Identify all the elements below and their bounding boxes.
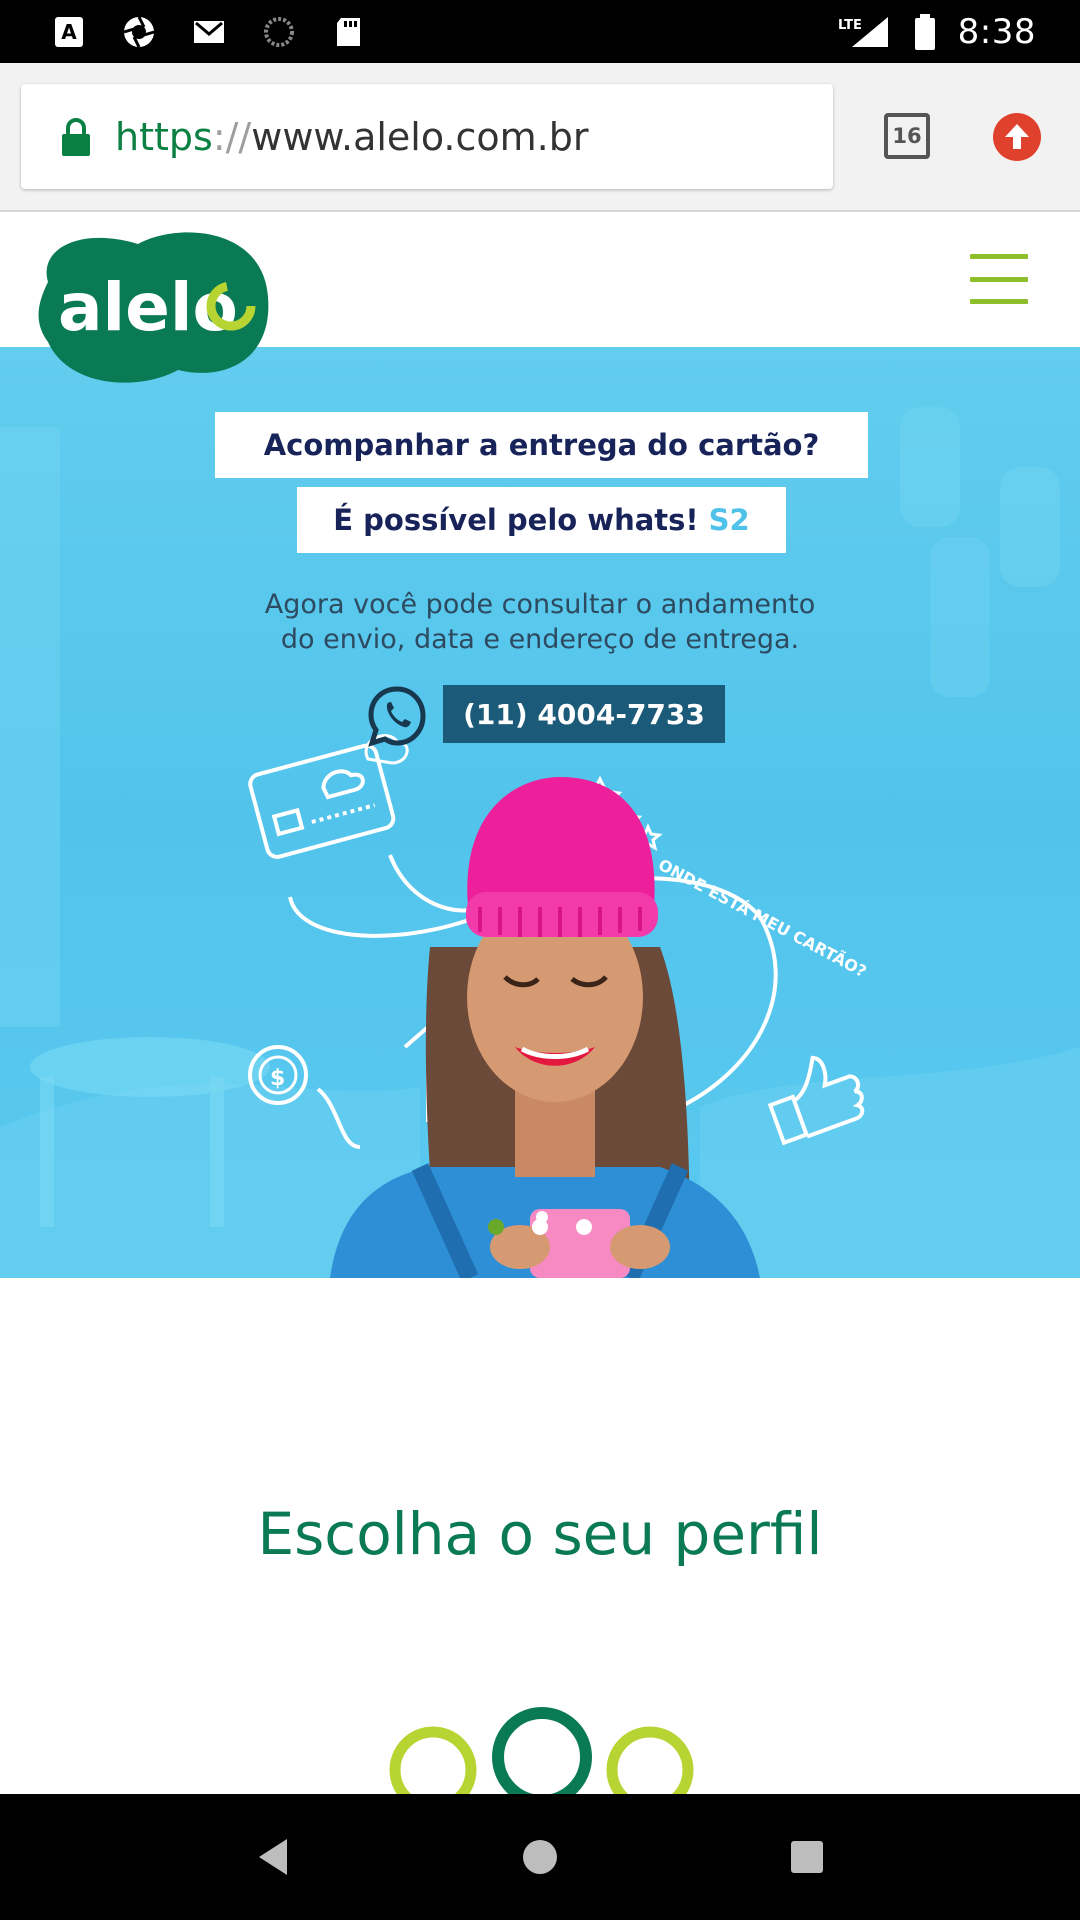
- banner-headline-2: É possível pelo whats! S2: [297, 487, 786, 553]
- address-bar[interactable]: https://www.alelo.com.br: [21, 84, 833, 189]
- whatsapp-icon: [368, 686, 426, 747]
- menu-line-icon: [970, 276, 1028, 282]
- a-keyboard-icon: A: [52, 14, 86, 50]
- update-button[interactable]: [993, 113, 1041, 161]
- url-text: https://www.alelo.com.br: [115, 114, 589, 159]
- gmail-icon: [192, 14, 226, 50]
- clock: 8:38: [957, 11, 1036, 52]
- svg-text:LTE: LTE: [838, 18, 862, 33]
- profile-rings-icon: [389, 1707, 694, 1795]
- notification-icons: A: [52, 14, 366, 50]
- svg-text:A: A: [61, 20, 77, 44]
- carousel-dot[interactable]: [488, 1219, 504, 1235]
- tab-switcher-button[interactable]: 16: [884, 113, 930, 159]
- system-navigation-bar: [0, 1794, 1080, 1920]
- alelo-logo[interactable]: alelo: [28, 222, 274, 392]
- browser-toolbar: https://www.alelo.com.br 16: [0, 63, 1080, 212]
- subtext-line-1: Agora você pode consultar o andamento: [264, 589, 816, 620]
- headline-2-text: É possível pelo whats!: [333, 503, 699, 537]
- subtext-line-2: do envio, data e endereço de entrega.: [280, 624, 800, 655]
- back-triangle-icon: [259, 1839, 288, 1875]
- status-bar: A LTE 8:38: [0, 0, 1080, 63]
- sd-card-icon: [332, 14, 366, 50]
- system-status: LTE 8:38: [838, 12, 1036, 52]
- loading-icon: [262, 14, 296, 50]
- headline-2-accent: S2: [708, 503, 750, 537]
- menu-line-icon: [970, 299, 1028, 304]
- carousel-dot[interactable]: [576, 1219, 592, 1235]
- home-button[interactable]: [510, 1827, 570, 1887]
- recents-square-icon: [790, 1841, 823, 1873]
- whatsapp-phone-number[interactable]: (11) 4004-7733: [443, 685, 725, 743]
- svg-text:$: $: [270, 1066, 285, 1091]
- home-circle-icon: [522, 1840, 557, 1874]
- arrow-up-icon: [1005, 124, 1029, 149]
- carousel-dot[interactable]: [532, 1219, 548, 1235]
- banner-headline-1: Acompanhar a entrega do cartão?: [215, 412, 868, 478]
- site-header: alelo: [0, 212, 1080, 383]
- aperture-icon: [122, 14, 156, 50]
- hero-banner[interactable]: $ Acompanhar a entrega do cartão? É poss…: [0, 347, 1080, 1278]
- lte-signal-icon: LTE: [838, 14, 892, 50]
- menu-line-icon: [970, 254, 1028, 259]
- hamburger-menu-button[interactable]: [970, 254, 1028, 304]
- banner-subtext: Agora você pode consultar o andamento do…: [140, 587, 940, 657]
- back-button[interactable]: [243, 1827, 303, 1887]
- profile-section-title: Escolha o seu perfil: [257, 1500, 823, 1568]
- lock-icon: [62, 117, 90, 156]
- tab-count: 16: [892, 124, 922, 148]
- recents-button[interactable]: [777, 1827, 837, 1887]
- battery-icon: [914, 13, 936, 50]
- carousel-indicators: [488, 1219, 592, 1235]
